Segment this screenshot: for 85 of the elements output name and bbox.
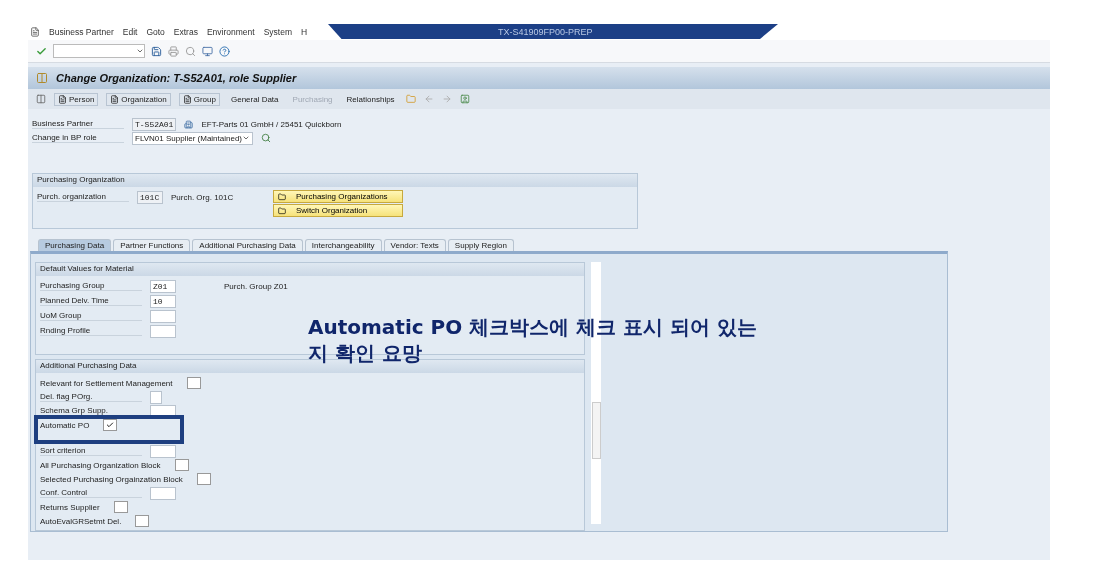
menu-item[interactable]: H — [301, 27, 308, 37]
toolbar-button[interactable]: Organization — [106, 92, 171, 106]
field-description: Purch. Org. 101C — [171, 192, 235, 202]
field-label: AutoEvalGRSetmt Del. — [40, 516, 122, 526]
menu-item[interactable]: Goto — [146, 27, 165, 37]
toolbar-button[interactable]: General Data — [227, 93, 282, 105]
checkbox[interactable] — [196, 473, 211, 485]
field-description: Purch. Group Z01 — [224, 281, 288, 291]
tab[interactable]: Purchasing Data — [38, 239, 112, 251]
field-label: Purchasing Group — [40, 281, 142, 291]
input-field[interactable] — [150, 444, 176, 458]
tab[interactable]: Partner Functions — [113, 239, 191, 251]
checkbox[interactable] — [113, 501, 128, 513]
toolbar-button[interactable]: Person — [54, 92, 99, 106]
field-label: Del. flag POrg. — [40, 392, 142, 402]
checkmark-icon — [106, 421, 115, 429]
save-icon[interactable] — [151, 45, 162, 57]
building-icon[interactable] — [184, 119, 194, 129]
menu-item[interactable]: System — [263, 27, 292, 37]
input-field[interactable] — [150, 486, 176, 500]
checkbox[interactable] — [103, 419, 118, 431]
screen-title: Change Organization: T-S52A01, role Supplier — [56, 72, 297, 84]
search-icon[interactable] — [261, 133, 271, 143]
tab[interactable]: Supply Region — [447, 239, 514, 251]
partner-name: EFT-Parts 01 GmbH / 25451 Quickborn — [201, 119, 342, 129]
annotation-text: Automatic PO 체크박스에 체크 표시 되어 있는 — [308, 314, 758, 340]
role-dropdown[interactable]: FLVN01 Supplier (Maintained) — [132, 131, 253, 145]
field-label: All Purchasing Organization Block — [40, 460, 161, 470]
caret-icon[interactable] — [136, 47, 144, 55]
input-field[interactable]: Z01 — [150, 279, 176, 293]
menu-item[interactable]: Extras — [173, 27, 198, 37]
toggle-icon[interactable] — [36, 94, 46, 104]
menu-item[interactable]: Business Partner — [49, 27, 114, 37]
document-icon — [58, 94, 67, 104]
tab[interactable]: Additional Purchasing Data — [192, 239, 303, 251]
field-label: Sort criterion — [40, 446, 142, 456]
checkbox[interactable] — [174, 459, 189, 471]
checkbox[interactable] — [135, 515, 150, 527]
printer-icon[interactable] — [168, 45, 179, 57]
field-label: Change in BP role — [32, 133, 124, 143]
layout-icon[interactable] — [36, 72, 48, 84]
tab[interactable]: Vendor: Texts — [383, 239, 446, 251]
input-field[interactable] — [150, 390, 162, 404]
tab[interactable]: Interchangeability — [304, 239, 382, 251]
folder-icon — [278, 192, 286, 201]
toolbar-button[interactable]: Group — [178, 92, 220, 106]
input-field[interactable] — [150, 324, 176, 338]
caret-icon[interactable] — [242, 134, 250, 142]
document-icon — [182, 94, 192, 104]
group-title: Purchasing Organization — [33, 174, 637, 187]
field-label: Relevant for Settlement Management — [40, 378, 173, 388]
field-label: Purch. organization — [37, 192, 129, 202]
input-field[interactable]: 101C — [137, 190, 163, 204]
field-label: UoM Group — [40, 311, 142, 321]
menu-icon[interactable] — [30, 27, 40, 37]
window-icon[interactable] — [202, 45, 213, 57]
menu-item[interactable]: Edit — [122, 27, 138, 37]
field-label: Schema Grp Supp. — [40, 406, 142, 416]
search-icon[interactable] — [185, 45, 196, 57]
field-label: Rnding Profile — [40, 326, 142, 336]
input-field[interactable] — [150, 309, 176, 323]
person-icon[interactable] — [459, 94, 470, 104]
back-icon[interactable] — [423, 94, 434, 104]
toolbar-button[interactable]: Relationships — [343, 93, 398, 105]
input-field[interactable]: T-S52A01 — [132, 117, 177, 131]
org-button[interactable]: Purchasing Organizations — [273, 190, 403, 203]
confirm-icon[interactable] — [36, 45, 47, 57]
checkbox[interactable] — [186, 377, 201, 389]
folder-icon — [278, 206, 286, 215]
help-icon[interactable] — [219, 45, 230, 57]
group-title: Default Values for Material — [36, 263, 584, 276]
org-button[interactable]: Switch Organization — [273, 204, 403, 217]
field-label: Planned Delv. Time — [40, 296, 142, 306]
menu-item[interactable]: Environment — [206, 27, 255, 37]
command-field[interactable] — [53, 44, 145, 58]
folder-icon[interactable] — [405, 94, 416, 104]
field-label: Selected Purchasing Orgainzation Block — [40, 474, 183, 484]
field-label: Conf. Control — [40, 488, 142, 498]
window-title: TX-S41909FP00-PREP — [498, 26, 593, 37]
field-label: Returns Supplier — [40, 502, 100, 512]
field-label: Business Partner — [32, 119, 124, 129]
field-label: Automatic PO — [40, 420, 90, 430]
input-field[interactable]: 10 — [150, 294, 176, 308]
document-icon — [110, 94, 120, 104]
forward-icon[interactable] — [441, 94, 452, 104]
